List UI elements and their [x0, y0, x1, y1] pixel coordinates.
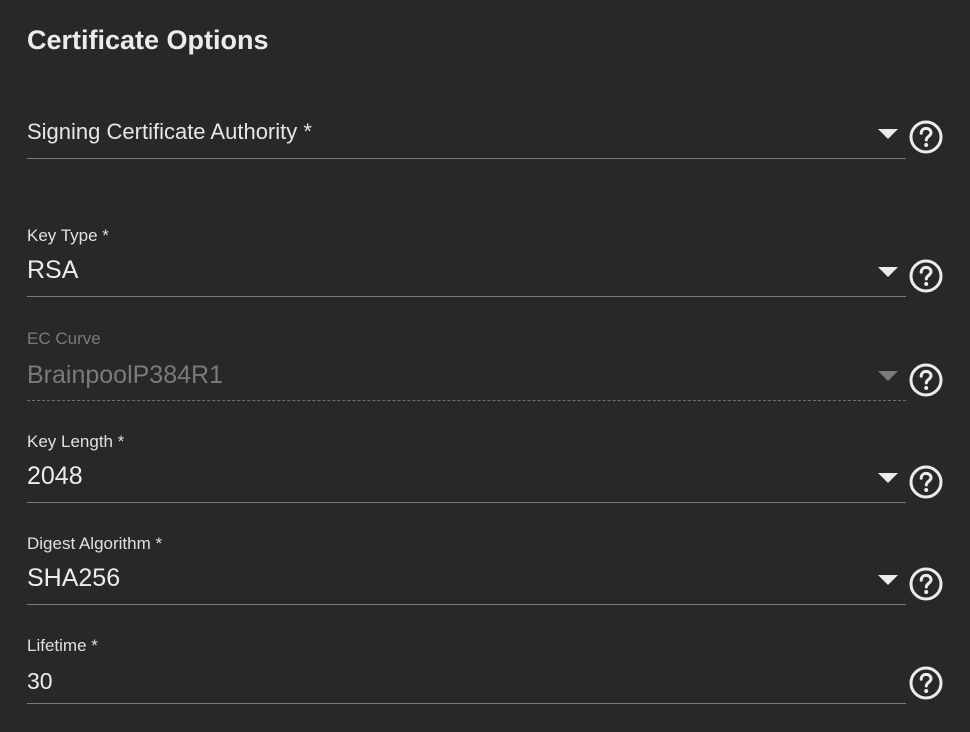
- certificate-options-card: Certificate Options Signing Certificate …: [0, 0, 970, 732]
- help-icon[interactable]: [908, 119, 944, 155]
- field-underline: [27, 703, 906, 704]
- ec-curve-select: EC Curve BrainpoolP384R1: [27, 329, 943, 403]
- help-icon[interactable]: [908, 258, 944, 294]
- chevron-down-icon[interactable]: [878, 129, 898, 139]
- field-underline: [27, 400, 906, 401]
- chevron-down-icon[interactable]: [878, 267, 898, 277]
- field-underline: [27, 296, 906, 297]
- digest-algorithm-value: SHA256: [27, 564, 121, 592]
- ec-curve-value: BrainpoolP384R1: [27, 361, 223, 389]
- help-icon[interactable]: [908, 362, 944, 398]
- key-length-select[interactable]: Key Length * 2048: [27, 432, 943, 504]
- help-icon[interactable]: [908, 566, 944, 602]
- chevron-down-icon[interactable]: [878, 473, 898, 483]
- chevron-down-icon: [878, 371, 898, 381]
- key-type-value: RSA: [27, 256, 79, 284]
- help-icon[interactable]: [908, 665, 944, 701]
- lifetime-input[interactable]: Lifetime * 30: [27, 636, 943, 706]
- key-type-select[interactable]: Key Type * RSA: [27, 226, 943, 298]
- key-length-label: Key Length *: [27, 432, 125, 451]
- key-type-label: Key Type *: [27, 226, 109, 245]
- ec-curve-label: EC Curve: [27, 329, 101, 348]
- key-length-value: 2048: [27, 462, 83, 490]
- signing-ca-placeholder: Signing Certificate Authority *: [27, 119, 312, 144]
- field-underline: [27, 158, 906, 159]
- help-icon[interactable]: [908, 464, 944, 500]
- digest-algorithm-select[interactable]: Digest Algorithm * SHA256: [27, 534, 943, 606]
- digest-algorithm-label: Digest Algorithm *: [27, 534, 163, 553]
- signing-ca-select[interactable]: Signing Certificate Authority *: [27, 110, 943, 160]
- field-underline: [27, 604, 906, 605]
- card-title: Certificate Options: [27, 25, 269, 55]
- lifetime-value[interactable]: 30: [27, 668, 53, 695]
- chevron-down-icon[interactable]: [878, 575, 898, 585]
- field-underline: [27, 502, 906, 503]
- lifetime-label: Lifetime *: [27, 636, 98, 655]
